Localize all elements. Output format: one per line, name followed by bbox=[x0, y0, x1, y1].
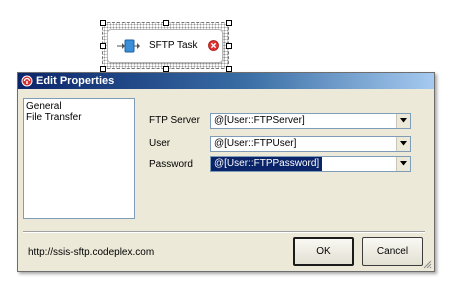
ftp-server-dropdown-button[interactable] bbox=[396, 114, 410, 128]
password-label: Password bbox=[149, 159, 193, 170]
task-label: SFTP Task bbox=[149, 40, 198, 51]
resize-handle-left[interactable] bbox=[100, 43, 106, 49]
sftp-task-icon bbox=[117, 37, 141, 55]
resize-handle-right[interactable] bbox=[226, 43, 232, 49]
user-combo[interactable]: @[User::FTPUser] bbox=[210, 136, 411, 152]
chevron-down-icon bbox=[400, 141, 407, 146]
dialog-titlebar[interactable]: Edit Properties bbox=[18, 73, 434, 89]
user-dropdown-button[interactable] bbox=[396, 137, 410, 151]
properties-icon bbox=[21, 75, 33, 87]
ftp-server-label: FTP Server bbox=[149, 115, 200, 126]
cancel-button[interactable]: Cancel bbox=[362, 237, 423, 266]
error-icon bbox=[208, 40, 219, 51]
chevron-down-icon bbox=[400, 161, 407, 166]
dialog-title: Edit Properties bbox=[36, 75, 115, 87]
nav-item-general[interactable]: General bbox=[26, 101, 62, 112]
dialog-separator bbox=[23, 231, 425, 233]
edit-properties-dialog: Edit Properties General File Transfer FT… bbox=[17, 72, 435, 272]
ftp-server-combo[interactable]: @[User::FTPServer] bbox=[210, 113, 411, 129]
resize-handle-top-right[interactable] bbox=[226, 20, 232, 26]
chevron-down-icon bbox=[400, 118, 407, 123]
user-label: User bbox=[149, 138, 171, 149]
user-value: @[User::FTPUser] bbox=[214, 138, 297, 149]
ok-button[interactable]: OK bbox=[293, 237, 354, 266]
screenshot-stage: SFTP Task Edit Properties General File T bbox=[0, 0, 459, 308]
password-dropdown-button[interactable] bbox=[396, 157, 410, 171]
resize-handle-top[interactable] bbox=[163, 20, 169, 26]
ftp-server-value: @[User::FTPServer] bbox=[214, 115, 305, 126]
sftp-task-shape[interactable]: SFTP Task bbox=[107, 29, 223, 63]
password-value: @[User::FTPPassword] bbox=[211, 157, 323, 171]
password-combo[interactable]: @[User::FTPPassword] bbox=[210, 156, 411, 172]
resize-handle-top-left[interactable] bbox=[100, 20, 106, 26]
nav-item-file-transfer[interactable]: File Transfer bbox=[26, 112, 82, 123]
settings-nav-list[interactable]: General File Transfer bbox=[23, 98, 135, 219]
resize-grip-icon[interactable] bbox=[422, 259, 432, 269]
codeplex-link[interactable]: http://ssis-sftp.codeplex.com bbox=[28, 247, 154, 258]
